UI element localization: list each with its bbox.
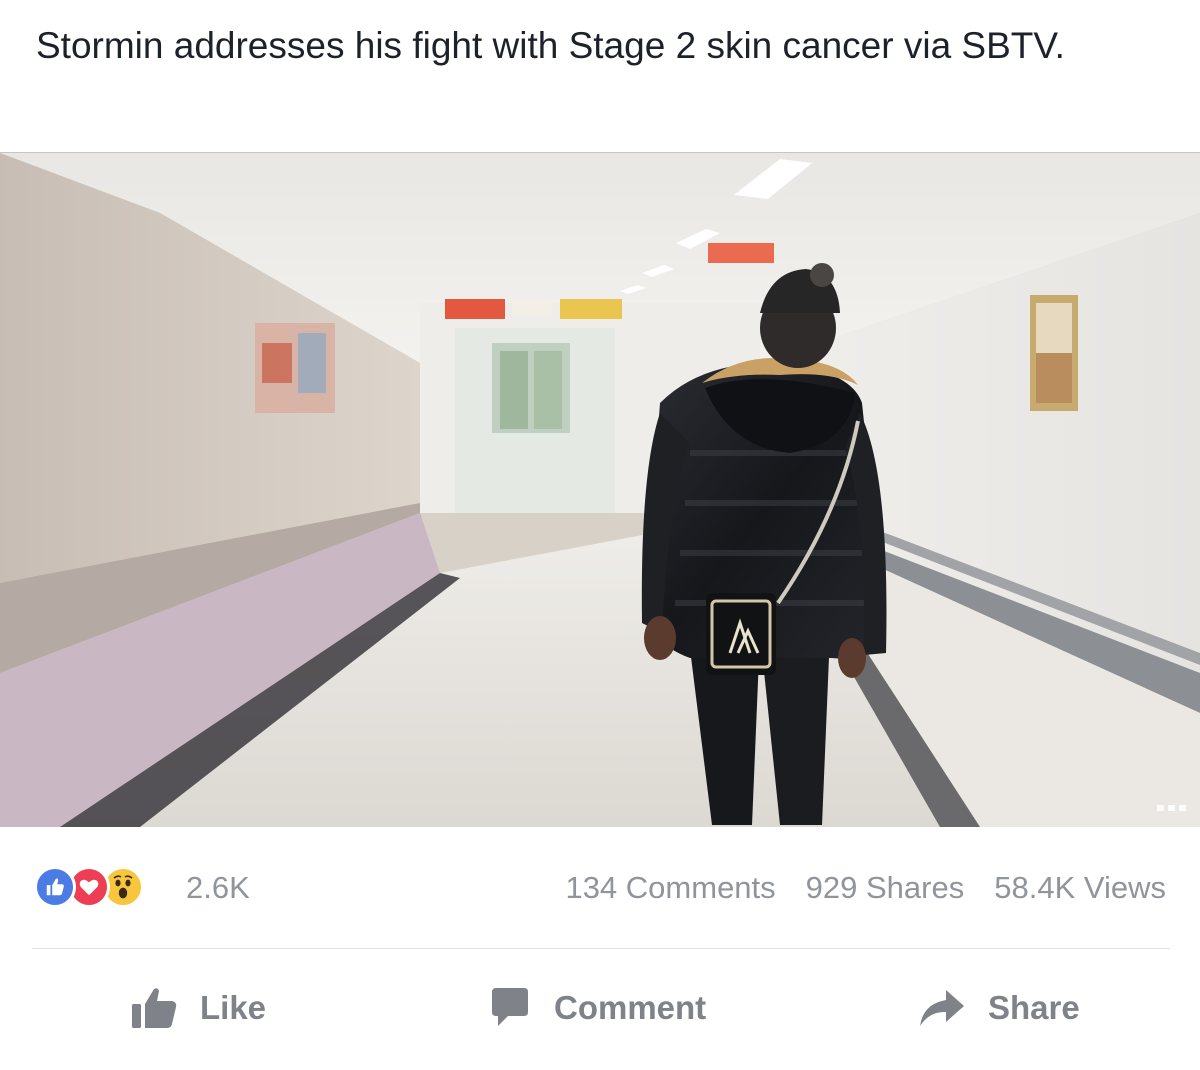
video-watermark-icon <box>1157 805 1186 811</box>
comments-count[interactable]: 134 Comments <box>565 870 775 906</box>
comment-bubble-icon <box>492 988 528 1026</box>
thumbs-up-icon <box>132 988 177 1028</box>
divider <box>32 948 1170 949</box>
facebook-video-post: Stormin addresses his fight with Stage 2… <box>0 0 1200 1070</box>
post-action-bar: Like Comment Share <box>0 972 1200 1044</box>
engagement-counts: 134 Comments 929 Shares 58.4K Views <box>565 870 1166 906</box>
reaction-count[interactable]: 2.6K <box>186 870 250 906</box>
views-count: 58.4K Views <box>994 870 1166 905</box>
share-label: Share <box>988 989 1080 1026</box>
like-button[interactable]: Like <box>130 972 266 1044</box>
share-arrow-icon <box>920 990 964 1026</box>
video-player[interactable] <box>0 152 1200 827</box>
shares-count[interactable]: 929 Shares <box>806 870 965 906</box>
video-frame-image <box>0 153 1200 827</box>
like-reaction-icon <box>34 866 76 908</box>
like-label: Like <box>200 989 267 1026</box>
reactions-summary[interactable] <box>34 866 144 908</box>
share-button[interactable]: Share <box>918 972 1080 1044</box>
comment-label: Comment <box>554 989 707 1026</box>
comment-button[interactable]: Comment <box>488 972 706 1044</box>
post-stats-bar: 2.6K 134 Comments 929 Shares 58.4K Views <box>0 858 1200 918</box>
post-caption: Stormin addresses his fight with Stage 2… <box>36 25 1065 66</box>
